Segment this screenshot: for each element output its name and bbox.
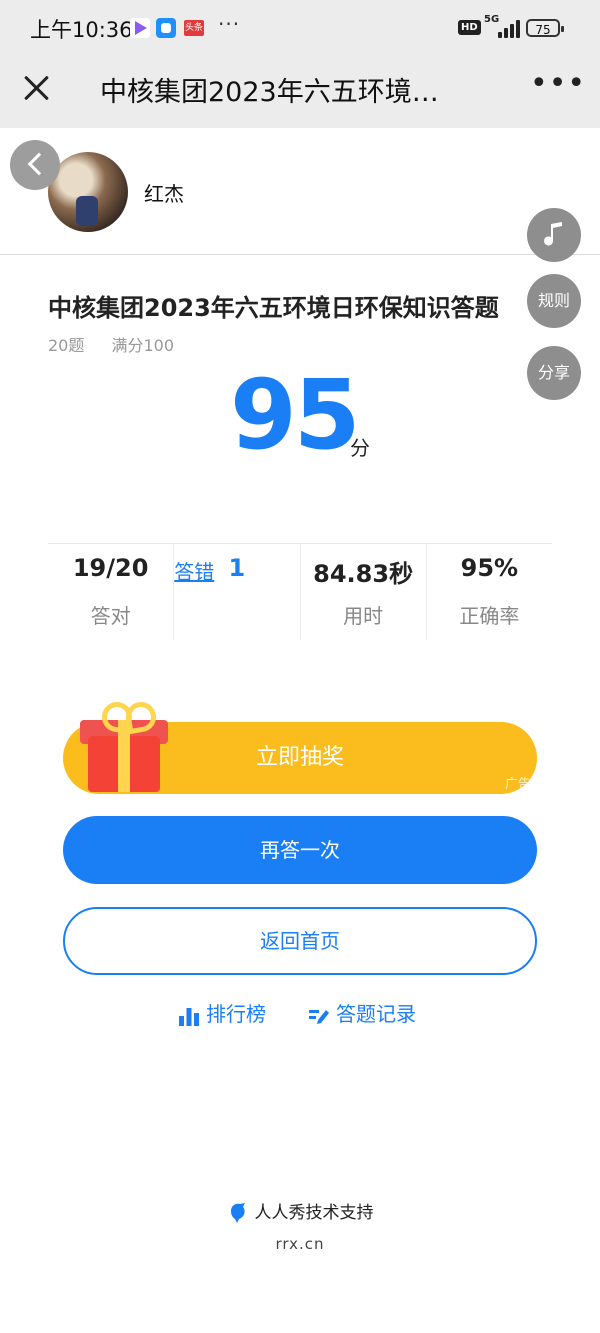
bird-logo-icon: [230, 1203, 245, 1223]
music-note-icon: [544, 222, 562, 246]
ranking-label: 排行榜: [206, 1002, 266, 1026]
status-time: 上午10:36: [30, 18, 133, 42]
stat-time: 84.83秒 用时: [301, 544, 427, 640]
stat-label: 用时: [343, 604, 384, 628]
wrong-answers-link[interactable]: 答错: [174, 556, 214, 585]
edit-record-icon: [309, 1009, 329, 1024]
divider: [0, 254, 600, 255]
status-bar: 上午10:36 头条 ··· HD 5G 75: [0, 0, 600, 56]
records-label: 答题记录: [336, 1002, 416, 1026]
hd-badge: HD: [458, 20, 481, 35]
support-line: 人人秀技术支持: [0, 1198, 600, 1225]
music-button[interactable]: [527, 208, 581, 262]
ad-tag: 广告: [504, 777, 531, 792]
video-app-icon: [130, 18, 150, 38]
full-score: 满分100: [111, 336, 175, 355]
stat-label: 答对: [90, 604, 131, 628]
stat-correct: 19/20 答对: [48, 544, 175, 640]
signal-icon: 5G: [484, 14, 520, 38]
stat-label: 正确率: [459, 604, 520, 628]
quiz-title: 中核集团2023年六五环境日环保知识答题: [48, 294, 499, 322]
stat-wrong: 1 答错: [174, 544, 301, 640]
quiz-meta: 20题 满分100: [48, 332, 196, 356]
stat-value: 84.83秒: [313, 560, 414, 588]
network-type: 5G: [484, 14, 500, 25]
close-icon[interactable]: [20, 72, 52, 104]
home-button[interactable]: 返回首页: [63, 907, 537, 975]
stats-panel: 19/20 答对 1 答错 84.83秒 用时 95% 正确率: [48, 543, 552, 640]
avatar: [48, 152, 128, 232]
share-button[interactable]: 分享: [527, 346, 581, 400]
stat-value: 19/20: [72, 554, 149, 582]
retry-button[interactable]: 再答一次: [63, 816, 537, 884]
question-count: 20题: [48, 336, 85, 355]
more-menu-button[interactable]: •••: [530, 66, 586, 101]
support-text: 人人秀技术支持: [254, 1203, 374, 1223]
back-button[interactable]: [10, 140, 60, 190]
gift-icon: [80, 699, 170, 796]
support-url: rrx.cn: [275, 1235, 325, 1253]
records-link[interactable]: 答题记录: [308, 998, 416, 1027]
user-name: 红杰: [144, 182, 184, 206]
ranking-link[interactable]: 排行榜: [178, 998, 266, 1027]
app-notification-icon: [156, 18, 176, 38]
nav-bar: 中核集团2023年六五环境… •••: [0, 56, 600, 128]
battery-icon: 75: [526, 19, 564, 37]
score-value: 95: [230, 359, 361, 471]
score-unit: 分: [350, 436, 370, 460]
stat-value: 95%: [460, 554, 519, 582]
page-title: 中核集团2023年六五环境…: [100, 77, 439, 108]
secondary-links: 排行榜 答题记录: [0, 998, 600, 1030]
news-app-icon: 头条: [184, 20, 204, 36]
footer: 人人秀技术支持 rrx.cn: [0, 1198, 600, 1253]
stat-accuracy: 95% 正确率: [427, 544, 552, 640]
more-notifications-icon: ···: [218, 12, 241, 36]
bar-chart-icon: [179, 1007, 199, 1026]
